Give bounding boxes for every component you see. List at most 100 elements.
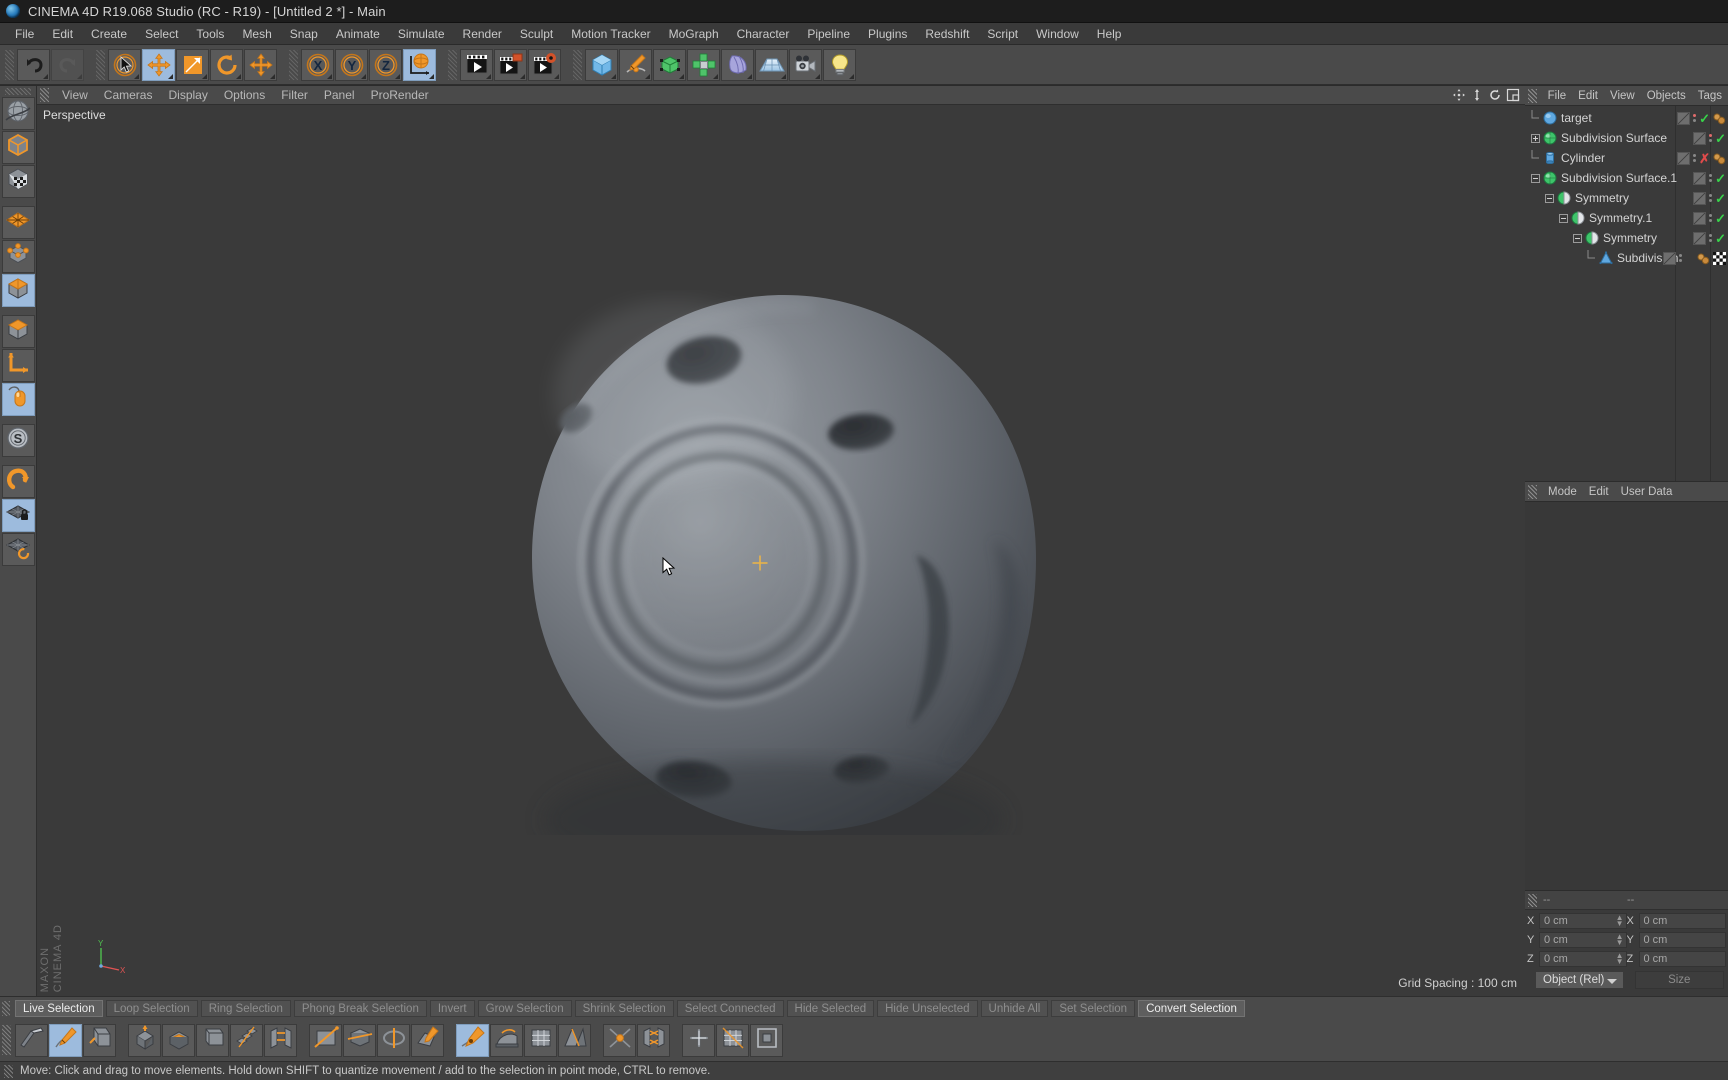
coord-value-input[interactable]: 0 cm	[1638, 913, 1726, 929]
viewport-menu-panel[interactable]: Panel	[316, 87, 363, 103]
camera-button[interactable]	[789, 48, 822, 81]
tree-expander-toggle[interactable]	[1529, 168, 1541, 188]
visibility-dots[interactable]	[1693, 154, 1697, 162]
object-disabled-x-icon[interactable]: ✗	[1699, 152, 1710, 165]
selection-button-phong-break-selection[interactable]: Phong Break Selection	[293, 1000, 427, 1017]
viewport-menu-options[interactable]: Options	[216, 87, 273, 103]
object-row[interactable]: Symmetry ✓	[1525, 188, 1728, 208]
tree-expander-toggle[interactable]	[1529, 128, 1541, 148]
lock-z-axis[interactable]: Z	[369, 48, 402, 81]
selection-button-hide-selected[interactable]: Hide Selected	[786, 1000, 875, 1017]
attribute-manager-menu-user-data[interactable]: User Data	[1615, 485, 1679, 499]
menu-pipeline[interactable]: Pipeline	[798, 25, 859, 43]
selection-button-select-connected[interactable]: Select Connected	[676, 1000, 784, 1017]
coord-value-input[interactable]: 0 cm ▲ ▼	[1539, 932, 1627, 948]
menu-sculpt[interactable]: Sculpt	[511, 25, 562, 43]
dolly-view-icon[interactable]	[1469, 87, 1485, 103]
sculpt-brush-button[interactable]	[456, 1023, 489, 1057]
selection-button-unhide-all[interactable]: Unhide All	[980, 1000, 1049, 1017]
object-row[interactable]: Subdivision Surface ✓	[1525, 128, 1728, 148]
menu-edit[interactable]: Edit	[43, 25, 82, 43]
tree-expander-toggle[interactable]	[1557, 208, 1569, 228]
rotate-tool[interactable]	[210, 48, 243, 81]
object-manager-menu-tags[interactable]: Tags	[1692, 89, 1728, 103]
selection-button-ring-selection[interactable]: Ring Selection	[200, 1000, 291, 1017]
selection-button-grow-selection[interactable]: Grow Selection	[477, 1000, 572, 1017]
selection-button-live-selection[interactable]: Live Selection	[15, 1000, 103, 1017]
object-layer-tag[interactable]	[1677, 151, 1691, 165]
object-layer-tag[interactable]	[1677, 111, 1691, 125]
mesh-toolbar-grip[interactable]	[2, 1025, 11, 1055]
selection-button-shrink-selection[interactable]: Shrink Selection	[574, 1000, 674, 1017]
object-layer-tag[interactable]	[1693, 131, 1707, 145]
selection-button-invert[interactable]: Invert	[429, 1000, 475, 1017]
visibility-dots[interactable]	[1709, 174, 1713, 182]
menu-redshift[interactable]: Redshift	[916, 25, 978, 43]
workplane-mode-button[interactable]	[1, 206, 35, 239]
spinner-icon[interactable]: ▲ ▼	[1616, 952, 1624, 966]
selection-button-convert-selection[interactable]: Convert Selection	[1138, 1000, 1245, 1017]
object-enabled-check-icon[interactable]: ✓	[1699, 112, 1710, 125]
coordinate-apply-button[interactable]: Size	[1634, 971, 1724, 989]
visibility-dots[interactable]	[1709, 194, 1713, 202]
material-tag-icon[interactable]	[1713, 112, 1726, 125]
workplane-lock-button[interactable]	[1, 499, 35, 532]
move-tool[interactable]	[142, 48, 175, 81]
live-selection-tool[interactable]	[108, 48, 141, 81]
object-manager-menu-objects[interactable]: Objects	[1641, 89, 1692, 103]
viewport-solo-button[interactable]	[1, 383, 35, 416]
spinner-icon[interactable]: ▲ ▼	[1616, 914, 1624, 928]
object-row[interactable]: Cylinder ✗	[1525, 148, 1728, 168]
coordinate-manager-grip[interactable]	[1528, 893, 1537, 907]
bridge-button[interactable]	[264, 1023, 297, 1057]
visibility-dots[interactable]	[1693, 114, 1697, 122]
lock-y-axis[interactable]: Y	[335, 48, 368, 81]
menu-select[interactable]: Select	[136, 25, 187, 43]
undo-button[interactable]	[17, 48, 50, 81]
knife-tool-button[interactable]	[15, 1023, 48, 1057]
object-enabled-check-icon[interactable]: ✓	[1715, 192, 1726, 205]
matrix-extrude-button[interactable]	[230, 1023, 263, 1057]
object-enabled-check-icon[interactable]: ✓	[1715, 232, 1726, 245]
object-row[interactable]: Symmetry ✓	[1525, 228, 1728, 248]
plane-cut-button[interactable]	[343, 1023, 376, 1057]
menu-character[interactable]: Character	[728, 25, 799, 43]
toolbar-group-grip-transform-tools[interactable]	[96, 49, 105, 80]
menu-file[interactable]: File	[6, 25, 43, 43]
menu-simulate[interactable]: Simulate	[389, 25, 454, 43]
material-tag-icon[interactable]	[1697, 252, 1710, 265]
menu-script[interactable]: Script	[978, 25, 1027, 43]
extrude-button[interactable]	[128, 1023, 161, 1057]
attribute-manager-grip[interactable]	[1528, 484, 1537, 499]
menu-window[interactable]: Window	[1027, 25, 1088, 43]
object-manager-grip[interactable]	[1528, 88, 1537, 103]
coord-value-input[interactable]: 0 cm	[1638, 951, 1726, 967]
object-layer-tag[interactable]	[1693, 171, 1707, 185]
viewport-menu-filter[interactable]: Filter	[273, 87, 316, 103]
soft-selection-button[interactable]: S	[1, 424, 35, 457]
close-polygon-hole-button[interactable]	[750, 1023, 783, 1057]
maximize-view-icon[interactable]	[1505, 87, 1521, 103]
visibility-dots[interactable]	[1709, 214, 1713, 222]
generator-button[interactable]	[653, 48, 686, 81]
lock-x-axis[interactable]: X	[301, 48, 334, 81]
render-view-button[interactable]	[460, 48, 493, 81]
optimize-button[interactable]	[716, 1023, 749, 1057]
loop-cut-button[interactable]	[377, 1023, 410, 1057]
object-enabled-check-icon[interactable]: ✓	[1715, 132, 1726, 145]
spinner-icon[interactable]: ▲ ▼	[1616, 933, 1624, 947]
render-settings-button[interactable]	[528, 48, 561, 81]
menu-render[interactable]: Render	[454, 25, 511, 43]
rotate-view-icon[interactable]	[1487, 87, 1503, 103]
redo-button[interactable]	[51, 48, 84, 81]
object-layer-tag[interactable]	[1693, 191, 1707, 205]
attribute-manager-menu-edit[interactable]: Edit	[1583, 485, 1615, 499]
toolbar-group-grip-create-tools[interactable]	[573, 49, 582, 80]
selection-button-hide-unselected[interactable]: Hide Unselected	[877, 1000, 978, 1017]
brush-tool-button[interactable]	[49, 1023, 82, 1057]
move-tool-gizmo[interactable]	[751, 554, 769, 572]
object-layer-tag[interactable]	[1663, 251, 1676, 265]
attribute-manager-menu-mode[interactable]: Mode	[1542, 485, 1583, 499]
enable-snap-button[interactable]	[1, 465, 35, 498]
menu-plugins[interactable]: Plugins	[859, 25, 916, 43]
